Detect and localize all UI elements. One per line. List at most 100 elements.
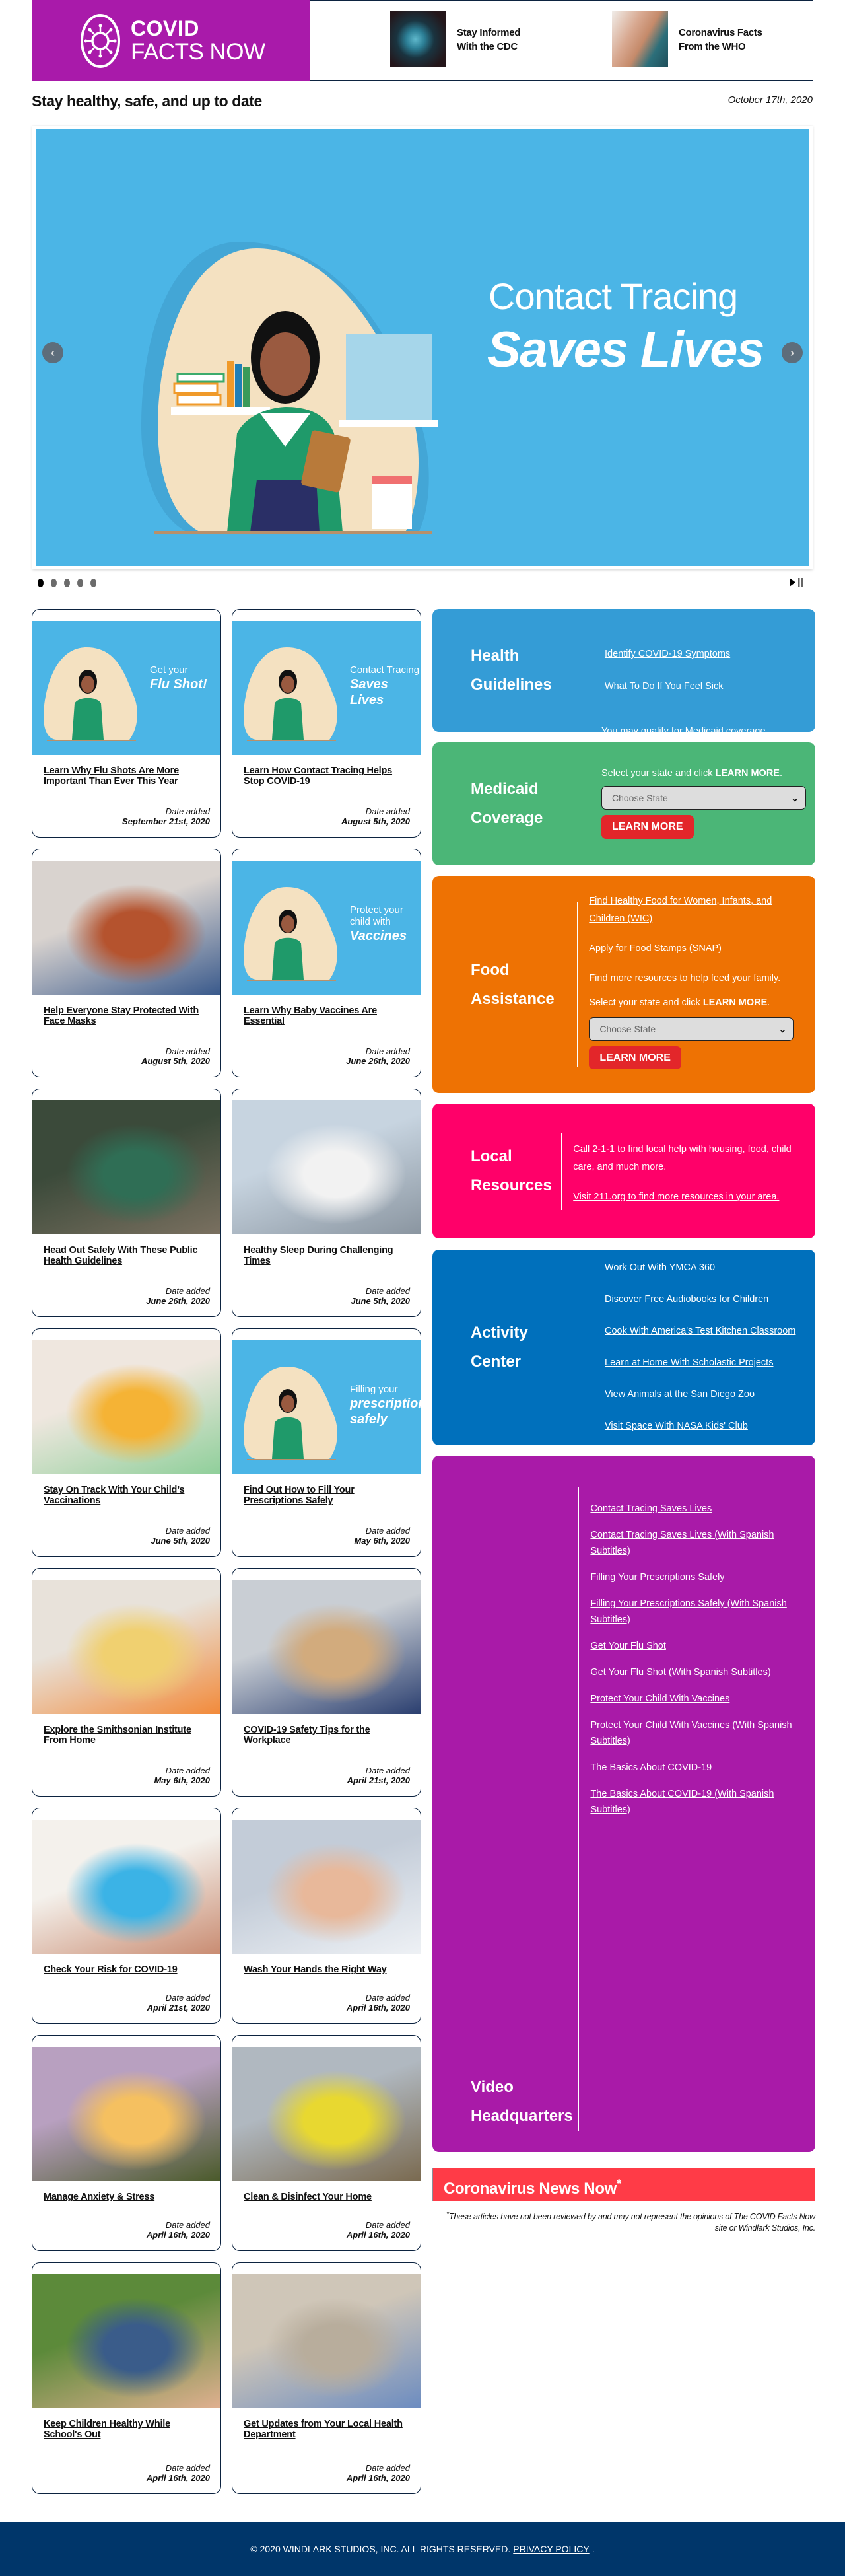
activity-link[interactable]: Visit Space With NASA Kids' Club [605, 1417, 795, 1436]
activity-link[interactable]: Discover Free Audiobooks for Children [605, 1290, 795, 1309]
privacy-policy-link[interactable]: PRIVACY POLICY [513, 2544, 589, 2554]
carousel-slide[interactable]: Contact Tracing Saves Lives ‹ › [36, 129, 809, 566]
date-added-label: Date added [365, 1526, 410, 1536]
article-card[interactable]: Protect your child with Vaccines Learn Why… [232, 849, 421, 1077]
header-links: Stay Informed With the CDC Coronavirus Fa… [310, 0, 813, 81]
article-title-link[interactable]: Explore the Smithsonian Institute From H… [44, 1725, 209, 1746]
carousel-dot-1[interactable] [38, 579, 44, 587]
carousel-dot-3[interactable] [64, 579, 70, 587]
article-title-link[interactable]: Learn Why Baby Vaccines Are Essential [244, 1005, 409, 1026]
snap-link[interactable]: Apply for Food Stamps (SNAP) [589, 940, 806, 958]
food-instructions: Select your state and click LEARN MORE. [589, 997, 770, 1008]
identify-symptoms-link[interactable]: Identify COVID-19 Symptoms [605, 638, 730, 670]
article-card[interactable]: Wash Your Hands the Right Way Date added A… [232, 1808, 421, 2024]
article-title-link[interactable]: Manage Anxiety & Stress [44, 2192, 209, 2202]
article-card[interactable]: Help Everyone Stay Protected With Face M… [32, 849, 221, 1077]
video-link[interactable]: Filling Your Prescriptions Safely [590, 1569, 806, 1585]
article-title-link[interactable]: Check Your Risk for COVID-19 [44, 1964, 209, 1975]
caption-line-1: Filling your [350, 1384, 398, 1395]
visit-211-link[interactable]: Visit 211.org to find more resources in … [573, 1188, 806, 1206]
carousel-dot-2[interactable] [51, 579, 57, 587]
article-illustration: Protect your child with Vaccines [232, 861, 421, 995]
video-link[interactable]: Contact Tracing Saves Lives [590, 1501, 806, 1517]
article-card[interactable]: Explore the Smithsonian Institute From H… [32, 1568, 221, 1797]
article-title-link[interactable]: Wash Your Hands the Right Way [244, 1964, 409, 1975]
feel-sick-link[interactable]: What To Do If You Feel Sick [605, 670, 730, 703]
article-card[interactable]: Get Updates from Your Local Health Depar… [232, 2262, 421, 2494]
article-title-link[interactable]: Learn Why Flu Shots Are More Important T… [44, 766, 209, 787]
article-title-link[interactable]: Find Out How to Fill Your Prescriptions … [244, 1485, 409, 1506]
article-title-link[interactable]: Stay On Track With Your Child’s Vaccinat… [44, 1485, 209, 1506]
page-tagline: Stay healthy, safe, and up to date [32, 92, 262, 110]
health-guidelines-panel: Health Guidelines Identify COVID-19 Sympt… [432, 609, 815, 732]
activity-link[interactable]: Learn at Home With Scholastic Projects [605, 1353, 795, 1373]
article-photo [32, 1820, 220, 1954]
date-added: Date added April 16th, 2020 [147, 2463, 210, 2483]
article-card[interactable]: Get your Flu Shot! Learn Why Flu Shots Are… [32, 609, 221, 838]
activity-link[interactable]: Cook With America's Test Kitchen Classro… [605, 1322, 795, 1341]
video-link[interactable]: The Basics About COVID-19 [590, 1760, 806, 1775]
article-card[interactable]: Healthy Sleep During Challenging Times Da… [232, 1089, 421, 1317]
video-link[interactable]: Filling Your Prescriptions Safely (With … [590, 1596, 806, 1628]
date-added-value: April 21st, 2020 [347, 1775, 410, 1785]
article-title-link[interactable]: Learn How Contact Tracing Helps Stop COV… [244, 766, 409, 787]
site-footer: © 2020 WINDLARK STUDIOS, INC. ALL RIGHTS… [0, 2522, 845, 2576]
article-card[interactable]: Clean & Disinfect Your Home Date added Apr… [232, 2035, 421, 2251]
medicaid-state-select[interactable]: Choose State ⌄ [601, 786, 806, 810]
article-title-link[interactable]: Head Out Safely With These Public Health… [44, 1245, 209, 1266]
article-photo [32, 2047, 220, 2181]
article-card[interactable]: Contact Tracing Saves Lives Learn How Cont… [232, 609, 421, 838]
article-card[interactable]: Manage Anxiety & Stress Date added April 1… [32, 2035, 221, 2251]
video-headquarters-panel: Video Headquarters Contact Tracing Saves … [432, 1456, 815, 2152]
date-added-value: April 21st, 2020 [147, 2003, 210, 2013]
date-added-value: September 21st, 2020 [122, 816, 210, 826]
news-disclaimer: *These articles have not been reviewed b… [446, 2211, 815, 2233]
caption-line-2: Vaccines [350, 929, 407, 943]
article-title-link[interactable]: Help Everyone Stay Protected With Face M… [44, 1005, 209, 1026]
date-added-label: Date added [365, 1993, 410, 2003]
video-link[interactable]: Get Your Flu Shot [590, 1638, 806, 1654]
article-photo [32, 861, 220, 995]
logo-line-2: FACTS NOW [131, 39, 265, 65]
article-title-link[interactable]: Keep Children Healthy While School's Out [44, 2419, 209, 2440]
activity-link[interactable]: Work Out With YMCA 360 [605, 1258, 795, 1277]
cdc-link[interactable]: Stay Informed With the CDC [390, 11, 520, 67]
article-card[interactable]: Check Your Risk for COVID-19 Date added Ap… [32, 1808, 221, 2024]
food-learn-more-button[interactable]: LEARN MORE [589, 1046, 681, 1069]
article-card[interactable]: Head Out Safely With These Public Health… [32, 1089, 221, 1317]
article-photo [32, 1340, 220, 1474]
activity-link[interactable]: View Animals at the San Diego Zoo [605, 1385, 795, 1404]
article-title-link[interactable]: COVID-19 Safety Tips for the Workplace [244, 1725, 409, 1746]
article-title-link[interactable]: Clean & Disinfect Your Home [244, 2192, 409, 2202]
video-link[interactable]: Contact Tracing Saves Lives (With Spanis… [590, 1527, 806, 1559]
article-card[interactable]: Filling yourprescriptions safely Find Out… [232, 1328, 421, 1557]
food-state-select[interactable]: Choose State ⌄ [589, 1017, 794, 1041]
video-link[interactable]: Protect Your Child With Vaccines (With S… [590, 1717, 806, 1749]
carousel-dot-4[interactable] [77, 579, 83, 587]
article-illustration: Contact Tracing Saves Lives [232, 621, 421, 755]
caption-line-1: Protect your child with [350, 904, 403, 927]
hero-carousel[interactable]: Contact Tracing Saves Lives ‹ › [32, 126, 813, 569]
article-card[interactable]: COVID-19 Safety Tips for the Workplace Da… [232, 1568, 421, 1797]
wic-link[interactable]: Find Healthy Food for Women, Infants, an… [589, 892, 806, 928]
video-link[interactable]: Protect Your Child With Vaccines [590, 1691, 806, 1707]
panel-title: Activity Center [471, 1324, 528, 1371]
panel-title: Medicaid Coverage [471, 780, 543, 827]
article-card[interactable]: Stay On Track With Your Child’s Vaccinat… [32, 1328, 221, 1557]
handwashing-photo-icon [612, 11, 668, 67]
article-title-link[interactable]: Healthy Sleep During Challenging Times [244, 1245, 409, 1266]
article-card[interactable]: Keep Children Healthy While School's Out… [32, 2262, 221, 2494]
medicaid-learn-more-button[interactable]: LEARN MORE [601, 815, 694, 839]
who-link[interactable]: Coronavirus Facts From the WHO [612, 11, 762, 67]
medicaid-intro: You may qualify for Medicaid coverage. [601, 726, 768, 736]
date-added-value: June 26th, 2020 [346, 1056, 410, 1066]
date-added: Date added May 6th, 2020 [354, 1526, 410, 1546]
video-link[interactable]: The Basics About COVID-19 (With Spanish … [590, 1786, 806, 1818]
site-logo[interactable]: COVID FACTS NOW [32, 0, 310, 81]
carousel-dot-5[interactable] [90, 579, 96, 587]
carousel-next-button[interactable]: › [782, 342, 803, 363]
carousel-prev-button[interactable]: ‹ [42, 342, 63, 363]
article-title-link[interactable]: Get Updates from Your Local Health Depar… [244, 2419, 409, 2440]
video-link[interactable]: Get Your Flu Shot (With Spanish Subtitle… [590, 1664, 806, 1680]
carousel-play-pause[interactable] [790, 578, 803, 587]
